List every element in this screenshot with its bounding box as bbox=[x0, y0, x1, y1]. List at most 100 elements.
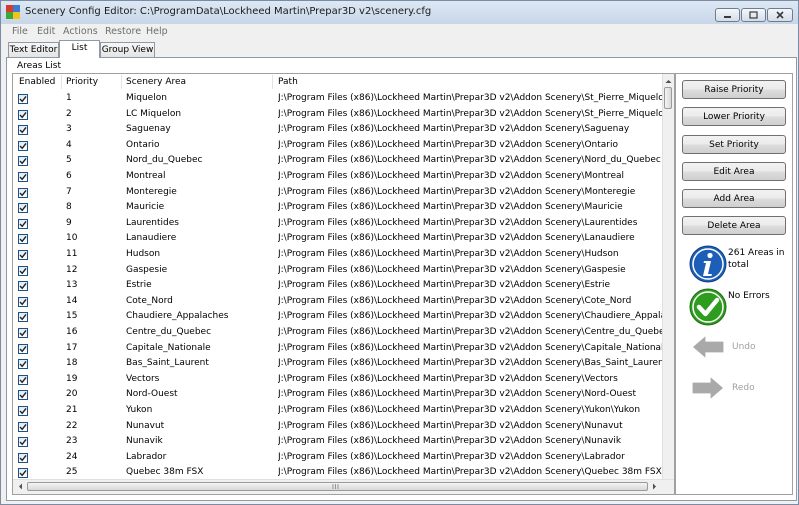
priority-cell: 11 bbox=[66, 249, 78, 259]
enabled-checkbox[interactable] bbox=[18, 312, 28, 323]
menu-file[interactable]: File bbox=[12, 26, 28, 37]
enabled-checkbox[interactable] bbox=[18, 94, 28, 104]
column-header-priority[interactable]: Priority bbox=[66, 74, 98, 90]
scenery-area-cell: Vectors bbox=[126, 373, 160, 384]
enabled-checkbox[interactable] bbox=[18, 203, 28, 214]
tab-list[interactable]: List bbox=[59, 40, 100, 58]
column-divider[interactable] bbox=[121, 75, 122, 89]
add-area-button[interactable]: Add Area bbox=[682, 189, 786, 208]
table-row[interactable]: 8 Mauricie J:\Program Files (x86)\Lockheed… bbox=[13, 200, 663, 216]
scenery-area-cell: Ontario bbox=[126, 139, 160, 150]
enabled-checkbox[interactable] bbox=[18, 156, 28, 167]
column-divider[interactable] bbox=[61, 75, 62, 89]
enabled-checkbox[interactable] bbox=[18, 421, 28, 432]
redo-label[interactable]: Redo bbox=[732, 383, 755, 393]
menu-help[interactable]: Help bbox=[146, 26, 168, 37]
table-row[interactable]: 4 Ontario J:\Program Files (x86)\Lockheed … bbox=[13, 138, 663, 154]
table-row[interactable]: 7 Monteregie J:\Program Files (x86)\Lockhe… bbox=[13, 185, 663, 201]
table-row[interactable]: 14 Cote_Nord J:\Program Files (x86)\Lockhe… bbox=[13, 294, 663, 310]
enabled-checkbox[interactable] bbox=[18, 265, 28, 276]
table-row[interactable]: 13 Estrie J:\Program Files (x86)\Lockheed … bbox=[13, 278, 663, 294]
enabled-checkbox[interactable] bbox=[18, 437, 28, 448]
undo-label[interactable]: Undo bbox=[732, 342, 756, 352]
table-row[interactable]: 22 Nunavut J:\Program Files (x86)\Lockheed… bbox=[13, 419, 663, 435]
scenery-area-cell: Lanaudiere bbox=[126, 233, 177, 244]
raise-priority-button[interactable]: Raise Priority bbox=[682, 80, 786, 99]
table-row[interactable]: 2 LC Miquelon J:\Program Files (x86)\Lockh… bbox=[13, 107, 663, 123]
table-row[interactable]: 24 Labrador J:\Program Files (x86)\Lockhee… bbox=[13, 450, 663, 466]
table-row[interactable]: 17 Capitale_Nationale J:\Program Files (x8… bbox=[13, 341, 663, 357]
vertical-scroll-thumb[interactable] bbox=[664, 87, 672, 109]
path-cell: J:\Program Files (x86)\Lockheed Martin\P… bbox=[278, 327, 662, 337]
enabled-checkbox[interactable] bbox=[18, 343, 28, 354]
scenery-area-cell: Cote_Nord bbox=[126, 295, 173, 306]
enabled-checkbox[interactable] bbox=[18, 172, 28, 182]
priority-cell: 2 bbox=[66, 108, 72, 119]
undo-arrow-icon[interactable] bbox=[690, 332, 726, 362]
path-cell: J:\Program Files (x86)\Lockheed Martin\P… bbox=[278, 373, 618, 384]
vertical-scrollbar[interactable] bbox=[662, 74, 674, 479]
horizontal-scrollbar[interactable] bbox=[13, 479, 674, 494]
priority-cell: 18 bbox=[66, 358, 78, 369]
scroll-right-icon[interactable] bbox=[649, 480, 660, 493]
enabled-checkbox[interactable] bbox=[18, 187, 28, 198]
table-row[interactable]: 10 Lanaudiere J:\Program Files (x86)\Lockh… bbox=[13, 231, 663, 247]
enabled-checkbox[interactable] bbox=[18, 374, 28, 385]
column-header-path[interactable]: Path bbox=[278, 74, 298, 90]
redo-arrow-icon[interactable] bbox=[690, 373, 726, 403]
checkmark-icon bbox=[19, 470, 27, 477]
enabled-checkbox[interactable] bbox=[18, 328, 28, 338]
enabled-checkbox[interactable] bbox=[18, 390, 28, 401]
enabled-checkbox[interactable] bbox=[18, 359, 28, 370]
table-row[interactable]: 9 Laurentides J:\Program Files (x86)\Lockh… bbox=[13, 216, 663, 232]
set-priority-button[interactable]: Set Priority bbox=[682, 135, 786, 154]
table-row[interactable]: 11 Hudson J:\Program Files (x86)\Lockheed … bbox=[13, 247, 663, 263]
enabled-checkbox[interactable] bbox=[18, 218, 28, 229]
path-cell: J:\Program Files (x86)\Lockheed Martin\P… bbox=[278, 358, 662, 369]
checkmark-icon bbox=[19, 173, 27, 181]
menu-edit[interactable]: Edit bbox=[37, 26, 55, 37]
scroll-left-icon[interactable] bbox=[15, 480, 26, 493]
table-row[interactable]: 5 Nord_du_Quebec J:\Program Files (x86)\Lo… bbox=[13, 153, 663, 169]
table-row[interactable]: 6 Montreal J:\Program Files (x86)\Lockheed… bbox=[13, 169, 663, 185]
enabled-checkbox[interactable] bbox=[18, 234, 28, 245]
maximize-icon bbox=[749, 11, 758, 19]
table-row[interactable]: 15 Chaudiere_Appalaches J:\Program Files (… bbox=[13, 309, 663, 325]
column-divider[interactable] bbox=[272, 75, 273, 89]
maximize-button[interactable] bbox=[741, 8, 766, 22]
tab-group-view[interactable]: Group View bbox=[100, 42, 155, 57]
table-row[interactable]: 18 Bas_Saint_Laurent J:\Program Files (x86… bbox=[13, 356, 663, 372]
enabled-checkbox[interactable] bbox=[18, 109, 28, 120]
edit-area-button[interactable]: Edit Area bbox=[682, 162, 786, 181]
table-row[interactable]: 20 Nord-Ouest J:\Program Files (x86)\Lockh… bbox=[13, 387, 663, 403]
areas-list-label: Areas List bbox=[17, 61, 61, 71]
enabled-checkbox[interactable] bbox=[18, 296, 28, 307]
table-row[interactable]: 16 Centre_du_Quebec J:\Program Files (x86)… bbox=[13, 325, 663, 341]
table-row[interactable]: 19 Vectors J:\Program Files (x86)\Lockheed… bbox=[13, 372, 663, 388]
menu-restore[interactable]: Restore bbox=[105, 26, 141, 37]
close-button[interactable] bbox=[767, 8, 793, 22]
enabled-checkbox[interactable] bbox=[18, 125, 28, 136]
table-row[interactable]: 23 Nunavik J:\Program Files (x86)\Lockheed… bbox=[13, 434, 663, 450]
horizontal-scroll-thumb[interactable] bbox=[27, 482, 648, 491]
delete-area-button[interactable]: Delete Area bbox=[682, 216, 786, 235]
table-row[interactable]: 12 Gaspesie J:\Program Files (x86)\Lockhee… bbox=[13, 263, 663, 279]
column-header-enabled[interactable]: Enabled bbox=[19, 74, 55, 90]
lower-priority-button[interactable]: Lower Priority bbox=[682, 107, 786, 126]
minimize-button[interactable] bbox=[715, 8, 740, 22]
table-row[interactable]: 1 Miquelon J:\Program Files (x86)\Lockheed… bbox=[13, 91, 663, 107]
enabled-checkbox[interactable] bbox=[18, 468, 28, 479]
table-row[interactable]: 3 Saguenay J:\Program Files (x86)\Lockheed… bbox=[13, 122, 663, 138]
checkmark-icon bbox=[19, 314, 27, 321]
path-cell: J:\Program Files (x86)\Lockheed Martin\P… bbox=[278, 436, 622, 447]
enabled-checkbox[interactable] bbox=[18, 452, 28, 463]
column-header-scenery-area[interactable]: Scenery Area bbox=[126, 74, 186, 90]
table-row[interactable]: 21 Yukon J:\Program Files (x86)\Lockheed M… bbox=[13, 403, 663, 419]
enabled-checkbox[interactable] bbox=[18, 281, 28, 292]
enabled-checkbox[interactable] bbox=[18, 406, 28, 416]
scroll-up-icon[interactable] bbox=[663, 76, 674, 87]
tab-text-editor[interactable]: Text Editor bbox=[8, 42, 59, 57]
enabled-checkbox[interactable] bbox=[18, 140, 28, 151]
enabled-checkbox[interactable] bbox=[18, 250, 28, 260]
menu-actions[interactable]: Actions bbox=[63, 26, 98, 37]
